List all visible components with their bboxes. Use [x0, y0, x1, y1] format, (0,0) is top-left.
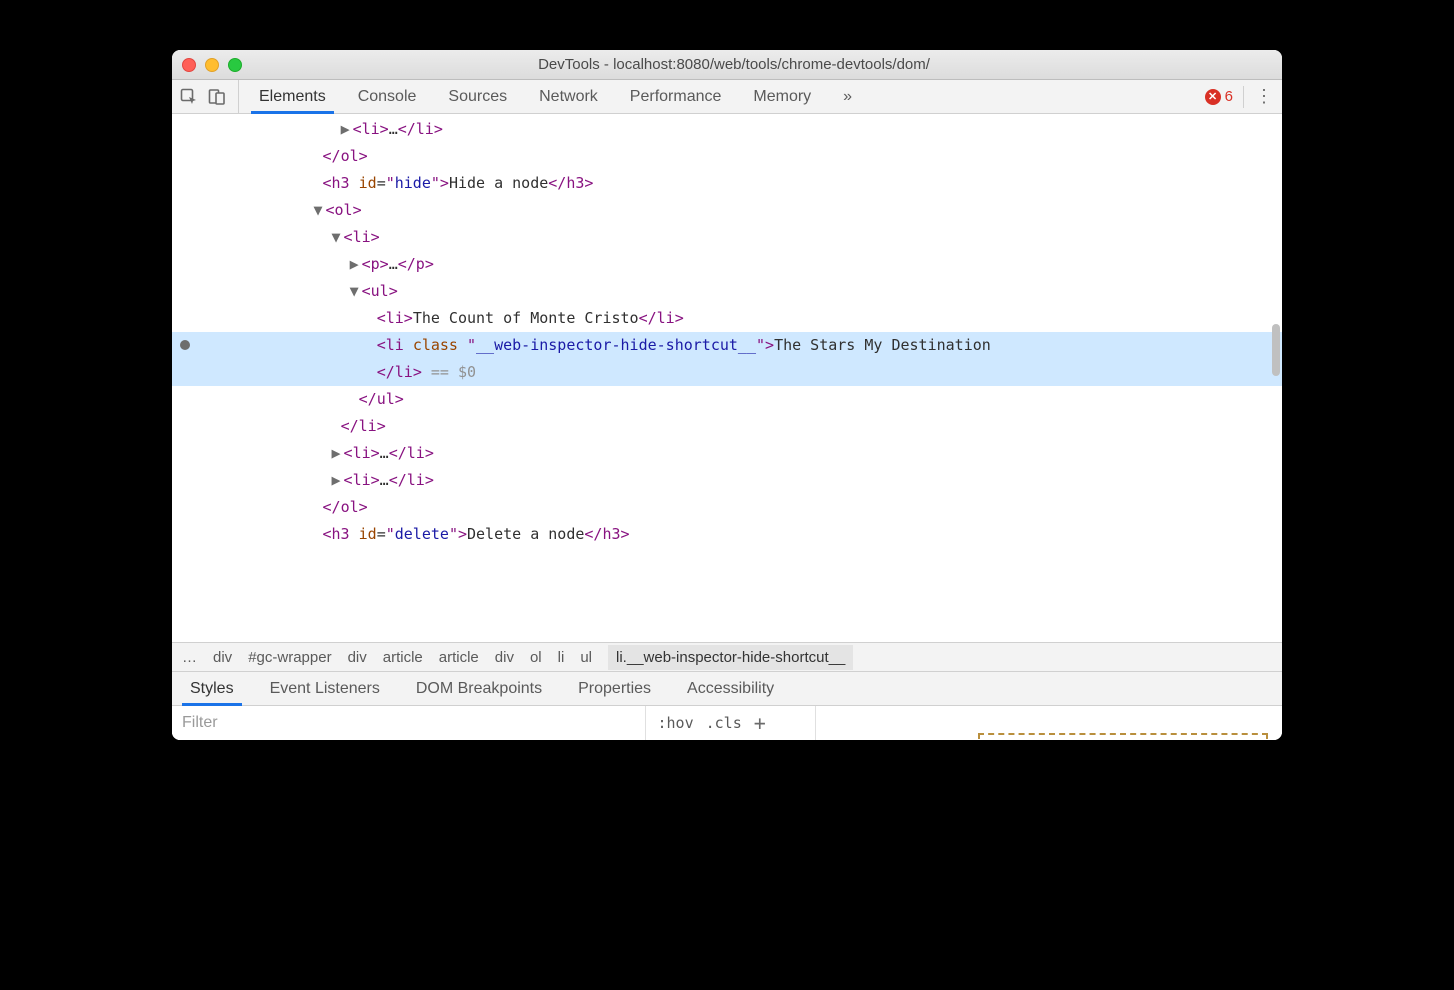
subtab-dom-breakpoints[interactable]: DOM Breakpoints	[398, 672, 560, 705]
dom-line[interactable]: </li>	[178, 413, 1282, 440]
dom-tree-panel[interactable]: ▶<li>…</li> </ol> <h3 id="hide">Hide a n…	[172, 114, 1282, 642]
dom-line[interactable]: <li>The Count of Monte Cristo</li>	[178, 305, 1282, 332]
dom-line[interactable]: </ul>	[178, 386, 1282, 413]
breadcrumb-item[interactable]: div	[348, 649, 367, 666]
separator	[1243, 86, 1244, 108]
traffic-lights	[182, 58, 242, 72]
main-toolbar: Elements Console Sources Network Perform…	[172, 80, 1282, 114]
dom-line[interactable]: </ol>	[178, 494, 1282, 521]
error-count: 6	[1225, 88, 1233, 105]
dom-line[interactable]: <h3 id="hide">Hide a node</h3>	[178, 170, 1282, 197]
breadcrumb-item[interactable]: ul	[580, 649, 592, 666]
devtools-window: DevTools - localhost:8080/web/tools/chro…	[172, 50, 1282, 740]
tab-elements[interactable]: Elements	[243, 80, 342, 113]
hidden-node-indicator-icon	[180, 340, 190, 350]
dom-line[interactable]: ▼<ol>	[178, 197, 1282, 224]
error-counter[interactable]: ✕ 6	[1205, 88, 1233, 105]
dom-line[interactable]: ▶<li>…</li>	[178, 116, 1282, 143]
window-title: DevTools - localhost:8080/web/tools/chro…	[256, 56, 1272, 73]
dom-line[interactable]: ▶<li>…</li>	[178, 440, 1282, 467]
sidebar-tabs: Styles Event Listeners DOM Breakpoints P…	[172, 672, 1282, 706]
titlebar: DevTools - localhost:8080/web/tools/chro…	[172, 50, 1282, 80]
minimize-window-button[interactable]	[205, 58, 219, 72]
dom-line[interactable]: ▼<li>	[178, 224, 1282, 251]
dom-line[interactable]: ▶<p>…</p>	[178, 251, 1282, 278]
subtab-accessibility[interactable]: Accessibility	[669, 672, 792, 705]
dom-breadcrumb: … div #gc-wrapper div article article di…	[172, 642, 1282, 672]
dom-line[interactable]: <h3 id="delete">Delete a node</h3>	[178, 521, 1282, 548]
zoom-window-button[interactable]	[228, 58, 242, 72]
breadcrumb-item[interactable]: ol	[530, 649, 542, 666]
breadcrumb-item[interactable]: article	[439, 649, 479, 666]
dom-line[interactable]: </ol>	[178, 143, 1282, 170]
tab-console[interactable]: Console	[342, 80, 433, 113]
dom-line-selected[interactable]: </li> == $0	[178, 359, 1282, 386]
subtab-event-listeners[interactable]: Event Listeners	[252, 672, 398, 705]
dom-line[interactable]: ▼<ul>	[178, 278, 1282, 305]
box-model-preview	[816, 706, 1283, 740]
dom-line[interactable]: ▶<li>…</li>	[178, 467, 1282, 494]
device-toggle-icon[interactable]	[208, 88, 226, 106]
new-style-rule-button[interactable]: +	[754, 711, 766, 735]
tab-sources[interactable]: Sources	[432, 80, 523, 113]
breadcrumb-item-active[interactable]: li.__web-inspector-hide-shortcut__	[608, 645, 853, 670]
breadcrumb-item[interactable]: …	[182, 649, 197, 666]
breadcrumb-item[interactable]: div	[495, 649, 514, 666]
styles-toolbar: :hov .cls +	[172, 706, 1282, 740]
styles-filter-input[interactable]	[172, 706, 646, 740]
breadcrumb-item[interactable]: div	[213, 649, 232, 666]
tab-network[interactable]: Network	[523, 80, 614, 113]
scrollbar-thumb[interactable]	[1272, 324, 1280, 376]
inspect-element-icon[interactable]	[180, 88, 198, 106]
toggle-hover-button[interactable]: :hov	[658, 714, 694, 732]
panel-tabs: Elements Console Sources Network Perform…	[243, 80, 1197, 113]
settings-menu-button[interactable]: ⋮	[1254, 86, 1274, 107]
error-icon: ✕	[1205, 89, 1221, 105]
tabs-overflow-button[interactable]: »	[827, 80, 868, 113]
subtab-properties[interactable]: Properties	[560, 672, 669, 705]
tab-memory[interactable]: Memory	[737, 80, 827, 113]
breadcrumb-item[interactable]: #gc-wrapper	[248, 649, 331, 666]
margin-box-icon	[978, 733, 1268, 739]
tab-performance[interactable]: Performance	[614, 80, 738, 113]
breadcrumb-item[interactable]: li	[558, 649, 565, 666]
breadcrumb-item[interactable]: article	[383, 649, 423, 666]
dom-line-selected[interactable]: <li class="__web-inspector-hide-shortcut…	[178, 332, 1282, 359]
subtab-styles[interactable]: Styles	[172, 672, 252, 705]
toggle-class-button[interactable]: .cls	[706, 714, 742, 732]
close-window-button[interactable]	[182, 58, 196, 72]
